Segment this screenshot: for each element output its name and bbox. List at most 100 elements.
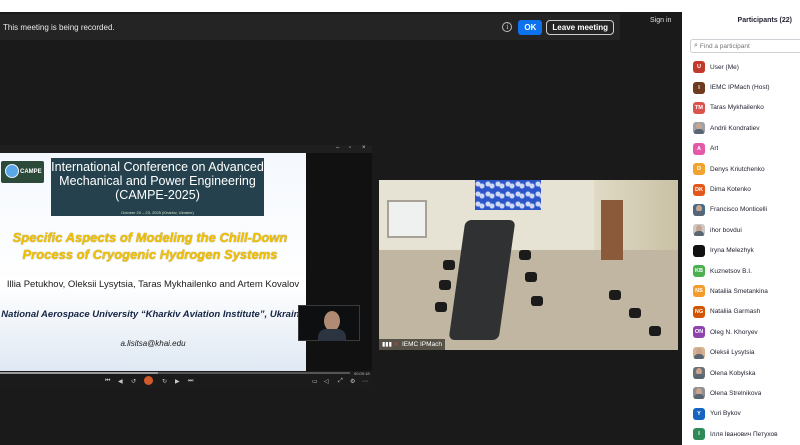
participant-name: IEMC IPMach (Host) — [710, 84, 770, 92]
rewind-icon[interactable]: ◀ — [118, 378, 123, 385]
presenter-video-thumbnail[interactable] — [298, 305, 360, 341]
participant-avatar — [693, 346, 705, 359]
chair — [525, 272, 537, 282]
participant-search[interactable]: ⌕ — [690, 39, 800, 53]
participant-row[interactable]: A Art — [693, 139, 800, 159]
volume-icon[interactable]: ◁ — [324, 378, 329, 385]
search-input[interactable] — [699, 42, 800, 50]
progress-fill — [0, 372, 158, 374]
participant-avatar — [693, 224, 705, 237]
participant-avatar: I — [693, 428, 705, 441]
participant-avatar: KB — [693, 265, 705, 278]
sign-in-link[interactable]: Sign in — [650, 17, 671, 24]
pause-button[interactable] — [144, 376, 153, 385]
chair — [439, 280, 451, 290]
participant-name: Andrii Kondratiev — [710, 124, 760, 132]
participant-row[interactable]: ihor bovdui — [693, 220, 800, 240]
time-label: 00:09:18 — [354, 371, 370, 376]
slide-subtitle: Specific Aspects of Modeling the Chill-D… — [12, 230, 288, 262]
participant-row[interactable]: Y Yuri Bykov — [693, 404, 800, 424]
participant-row[interactable]: DK Dima Kotenko — [693, 179, 800, 199]
microphone-muted-icon: ✕ — [393, 342, 399, 348]
signal-strength-icon: ▮▮▮ — [382, 342, 392, 348]
participant-row[interactable]: ON Oleg N. Khoryev — [693, 322, 800, 342]
participant-avatar — [693, 367, 705, 380]
chair — [519, 250, 531, 260]
slide-header-box: International Conference on Advanced Mec… — [51, 158, 264, 216]
ok-button[interactable]: OK — [518, 19, 543, 35]
participant-avatar — [693, 203, 705, 216]
avatar-photo-body — [694, 394, 704, 400]
participant-avatar: NG — [693, 305, 705, 318]
participant-row[interactable]: Francisco Monticelli — [693, 200, 800, 220]
avatar-photo-body — [694, 231, 704, 237]
close-icon[interactable]: × — [362, 145, 366, 151]
participants-panel: Participants (22) ⌕ U User (Me) I IEMC IPMa… — [682, 0, 800, 445]
progress-track[interactable] — [0, 372, 350, 374]
settings-icon[interactable]: ⚙ — [350, 378, 355, 385]
video-player-controls: 00:09:18 ⏮ ◀ ↺ ↻ ▶ ⏭ ▭ ◁ ⤢ ⚙ ⋯ — [0, 371, 372, 388]
recording-message: This meeting is being recorded. — [3, 22, 115, 32]
more-icon[interactable]: ⋯ — [362, 378, 368, 385]
participant-row[interactable]: I IEMC IPMach (Host) — [693, 77, 800, 97]
minimize-icon[interactable]: – — [336, 145, 339, 151]
skip-forward-icon[interactable]: ⏭ — [188, 378, 193, 385]
meeting-stage: This meeting is being recorded. i OK Lea… — [0, 0, 682, 445]
room-name: IEMC IPMach — [401, 341, 443, 348]
slide-authors: Illia Petukhov, Oleksii Lysytsia, Taras … — [6, 279, 300, 290]
participant-row[interactable]: TM Taras Mykhailenko — [693, 98, 800, 118]
participant-avatar: NS — [693, 285, 705, 298]
room-video-label: ▮▮▮ ✕ IEMC IPMach — [379, 339, 446, 350]
participant-row[interactable]: NG Nataliia Garmash — [693, 302, 800, 322]
search-icon: ⌕ — [694, 42, 698, 49]
skip-back-icon[interactable]: ⏮ — [105, 378, 110, 385]
participant-row[interactable]: Andrii Kondratiev — [693, 118, 800, 138]
participant-name: Kuznetsov B.I. — [710, 267, 752, 275]
participant-avatar: D — [693, 163, 705, 176]
shared-screen-window: – ▫ × CAMPE International Conference on … — [0, 145, 372, 388]
slide-university: National Aerospace University “Kharkiv A… — [1, 309, 305, 320]
recording-notice-bar: This meeting is being recorded. i OK Lea… — [0, 14, 620, 40]
slide-email: a.lisitsa@khai.edu — [120, 339, 186, 348]
participant-row[interactable]: Oleksii Lysytsia — [693, 342, 800, 362]
participant-name: User (Me) — [710, 63, 739, 71]
leave-meeting-button[interactable]: Leave meeting — [546, 19, 614, 35]
participant-name: Art — [710, 145, 719, 153]
globe-icon — [5, 164, 19, 178]
participant-name: Nataliia Smetankina — [710, 287, 768, 295]
participant-row[interactable]: Iryna Melezhyk — [693, 241, 800, 261]
chair — [435, 302, 447, 312]
top-strip — [0, 0, 682, 12]
participant-name: Iryna Melezhyk — [710, 247, 754, 255]
participant-row[interactable]: KB Kuznetsov B.I. — [693, 261, 800, 281]
presenter-body — [318, 329, 346, 341]
participant-list: U User (Me) I IEMC IPMach (Host) TM Taras Myk… — [693, 57, 800, 444]
avatar-photo-body — [694, 353, 704, 359]
participants-title: Participants (22) — [737, 17, 792, 24]
participant-avatar: TM — [693, 101, 705, 114]
room-camera-video[interactable]: ▮▮▮ ✕ IEMC IPMach — [379, 180, 678, 350]
replay-icon[interactable]: ↺ — [131, 378, 136, 385]
fullscreen-icon[interactable]: ⤢ — [338, 378, 343, 385]
chair — [531, 296, 543, 306]
info-icon[interactable]: i — [502, 22, 513, 32]
participant-row[interactable]: Olena Kobylska — [693, 363, 800, 383]
fast-forward-icon[interactable]: ▶ — [175, 378, 180, 385]
participant-row[interactable]: NS Nataliia Smetankina — [693, 281, 800, 301]
participant-row[interactable]: D Denys Kriutchenko — [693, 159, 800, 179]
maximize-icon[interactable]: ▫ — [349, 145, 351, 151]
participant-row[interactable]: U User (Me) — [693, 57, 800, 77]
participant-name: Dima Kotenko — [710, 186, 751, 194]
forward-icon[interactable]: ↻ — [162, 378, 167, 385]
chair — [649, 326, 661, 336]
subtitles-icon[interactable]: ▭ — [312, 378, 318, 385]
room-door — [601, 200, 623, 260]
share-titlebar: – ▫ × — [0, 145, 372, 153]
participant-row[interactable]: Olena Strelnikova — [693, 383, 800, 403]
participant-avatar — [693, 244, 705, 257]
slide-dates: October 20 – 23, 2025 (Kharkiv, Ukraine) — [121, 210, 194, 215]
participant-row[interactable]: I Ілля Іванович Петухов — [693, 424, 800, 444]
avatar-photo-body — [694, 374, 704, 380]
chair — [609, 290, 621, 300]
room-banner — [475, 180, 541, 210]
